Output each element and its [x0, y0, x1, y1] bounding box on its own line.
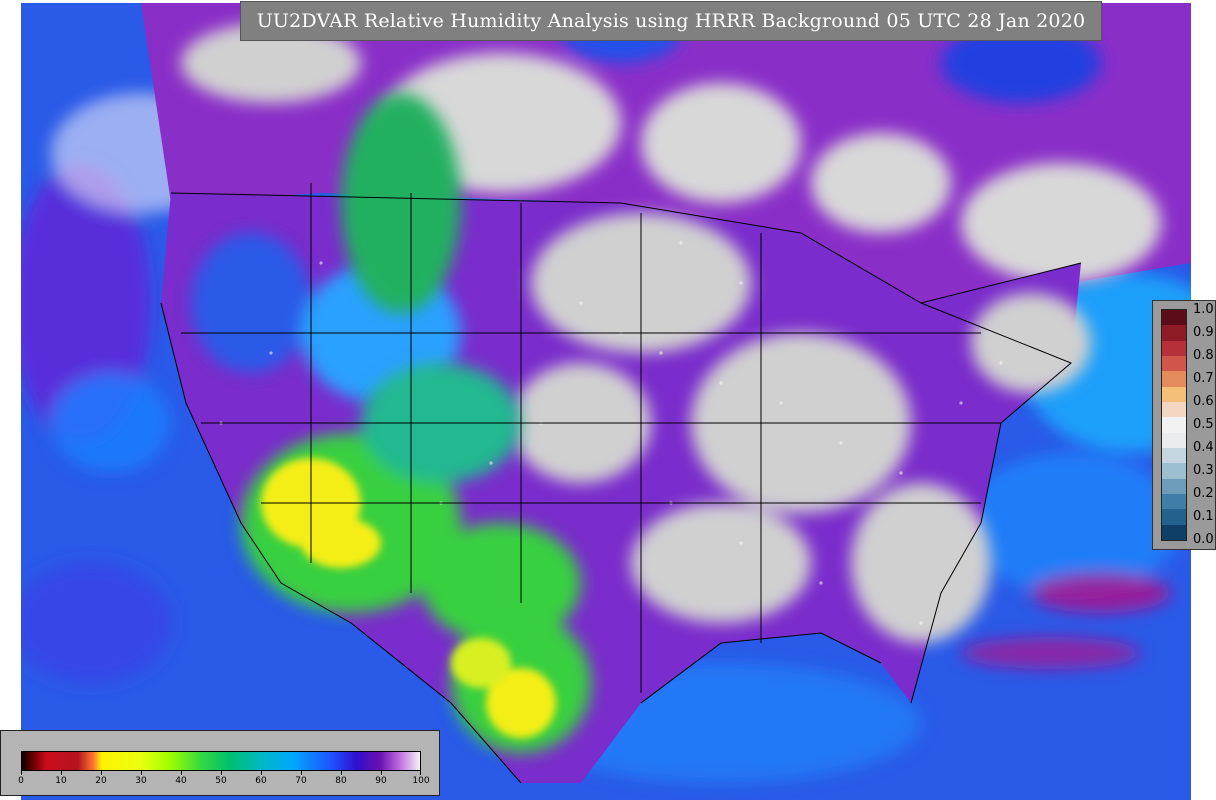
rh-tick-label: 60 — [255, 776, 267, 786]
obs-tick-label: 1.0 — [1193, 302, 1214, 317]
obs-colorbar-segment — [1162, 401, 1186, 418]
rh-analysis-map — [21, 3, 1191, 800]
obs-colorbar-segment — [1162, 371, 1186, 387]
obs-colorbar-segment — [1162, 493, 1186, 510]
page-title: UU2DVAR Relative Humidity Analysis using… — [240, 1, 1102, 41]
rh-tick-label: 90 — [375, 776, 387, 786]
obs-colorbar-segment — [1162, 524, 1186, 540]
rh-tick-label: 10 — [55, 776, 67, 786]
obs-colorbar-segment — [1162, 417, 1186, 433]
obs-tick-label: 0.1 — [1193, 509, 1214, 524]
obs-tick-label: 0.8 — [1193, 348, 1214, 363]
observation-colorbar-legend: 1.0 0.9 0.8 0.7 0.6 0.5 0.4 0.3 0.2 0.1 … — [1152, 300, 1216, 550]
obs-tick-label: 0.0 — [1193, 532, 1214, 547]
rh-tick-label: 100 — [412, 776, 430, 786]
rh-tick-label: 30 — [135, 776, 147, 786]
obs-colorbar-segment — [1162, 310, 1186, 326]
rh-tick-label: 40 — [175, 776, 187, 786]
map-canvas — [21, 3, 1191, 800]
obs-tick-label: 0.2 — [1193, 486, 1214, 501]
obs-tick-label: 0.9 — [1193, 325, 1214, 340]
rh-tick-label: 50 — [215, 776, 227, 786]
obs-tick-label: 0.6 — [1193, 394, 1214, 409]
obs-colorbar-segment — [1162, 463, 1186, 479]
obs-colorbar-segment — [1162, 355, 1186, 372]
rh-tick-label: 70 — [295, 776, 307, 786]
obs-tick-label: 0.7 — [1193, 371, 1214, 386]
obs-colorbar-segment — [1162, 340, 1186, 356]
obs-colorbar-segment — [1162, 386, 1186, 402]
obs-colorbar-segment — [1162, 478, 1186, 494]
obs-colorbar-segment — [1162, 325, 1186, 341]
rh-tick-label: 20 — [95, 776, 107, 786]
obs-tick-label: 0.4 — [1193, 440, 1214, 455]
rh-tick-label: 0 — [18, 776, 24, 786]
relative-humidity-colorbar-legend: 0 10 20 30 40 50 60 70 80 90 100 — [0, 730, 440, 796]
obs-tick-label: 0.3 — [1193, 463, 1214, 478]
relative-humidity-colorbar — [21, 751, 421, 771]
obs-colorbar-segment — [1162, 432, 1186, 448]
obs-tick-label: 0.5 — [1193, 417, 1214, 432]
obs-colorbar-segment — [1162, 509, 1186, 525]
observation-colorbar — [1161, 309, 1187, 541]
obs-colorbar-segment — [1162, 447, 1186, 464]
rh-tick-label: 80 — [335, 776, 347, 786]
